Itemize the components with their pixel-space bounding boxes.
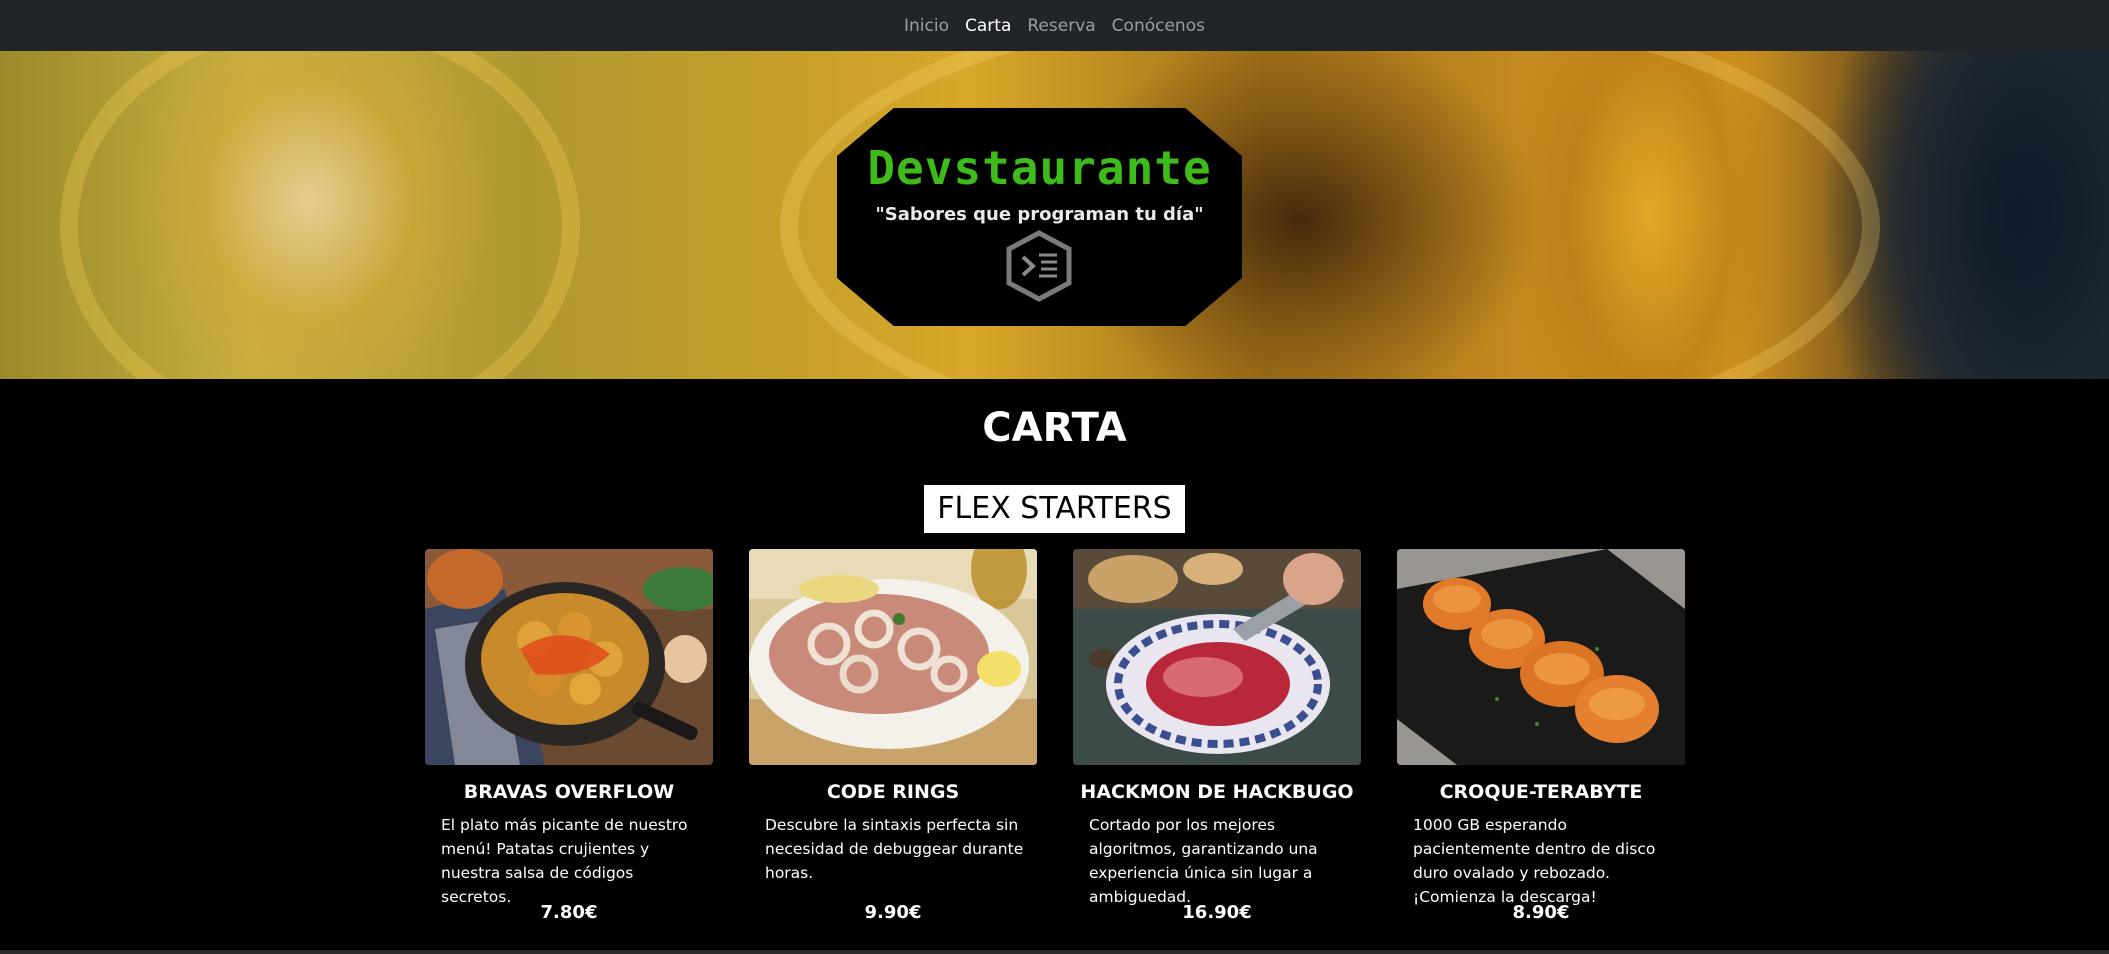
category-label: FLEX STARTERS: [924, 485, 1185, 533]
page-divider: [0, 950, 2109, 954]
menu-card-hackmon[interactable]: HACKMON DE HACKBUGO Cortado por los mejo…: [1073, 549, 1361, 929]
terminal-hexagon-icon: [1006, 230, 1072, 302]
menu-card-croque-terabyte[interactable]: CROQUE-TERABYTE 1000 GB esperando pacien…: [1397, 549, 1685, 929]
top-navbar: Inicio Carta Reserva Conócenos: [0, 0, 2109, 51]
card-description: Descubre la sintaxis perfecta sin necesi…: [765, 816, 1024, 882]
patatas-bravas-photo: [425, 549, 713, 765]
croquetas-photo: [1397, 549, 1685, 765]
nav-link-reserva[interactable]: Reserva: [1019, 16, 1103, 36]
brand-name: Devstaurante: [867, 141, 1212, 195]
hero-banner: Devstaurante "Sabores que programan tu d…: [0, 51, 2109, 379]
card-price: 7.80€: [540, 902, 598, 923]
menu-title: CARTA: [982, 405, 1127, 451]
calamari-rings-photo: [749, 549, 1037, 765]
card-price: 8.90€: [1512, 902, 1570, 923]
brand-tagline: "Sabores que programan tu día": [875, 204, 1204, 225]
brand-logo: Devstaurante "Sabores que programan tu d…: [837, 108, 1242, 326]
nav-link-conocenos[interactable]: Conócenos: [1104, 16, 1213, 36]
card-description: Cortado por los mejores algoritmos, gara…: [1089, 816, 1318, 906]
menu-card-code-rings[interactable]: CODE RINGS Descubre la sintaxis perfecta…: [749, 549, 1037, 929]
nav-link-inicio[interactable]: Inicio: [896, 16, 957, 36]
card-description: El plato más picante de nuestro menú! Pa…: [441, 816, 688, 906]
menu-cards: BRAVAS OVERFLOW El plato más picante de …: [425, 549, 1685, 929]
jamon-plate-photo: [1073, 549, 1361, 765]
card-title: HACKMON DE HACKBUGO: [1080, 781, 1354, 803]
card-title: CODE RINGS: [826, 781, 960, 803]
card-description: 1000 GB esperando pacientemente dentro d…: [1413, 816, 1656, 906]
card-price: 16.90€: [1182, 902, 1252, 923]
nav-link-carta[interactable]: Carta: [957, 16, 1019, 36]
card-price: 9.90€: [864, 902, 922, 923]
menu-card-bravas[interactable]: BRAVAS OVERFLOW El plato más picante de …: [425, 549, 713, 929]
glass-rim-left: [60, 51, 580, 379]
card-title: BRAVAS OVERFLOW: [463, 781, 675, 803]
card-title: CROQUE-TERABYTE: [1439, 781, 1643, 803]
category-header: FLEX STARTERS: [0, 485, 2109, 533]
